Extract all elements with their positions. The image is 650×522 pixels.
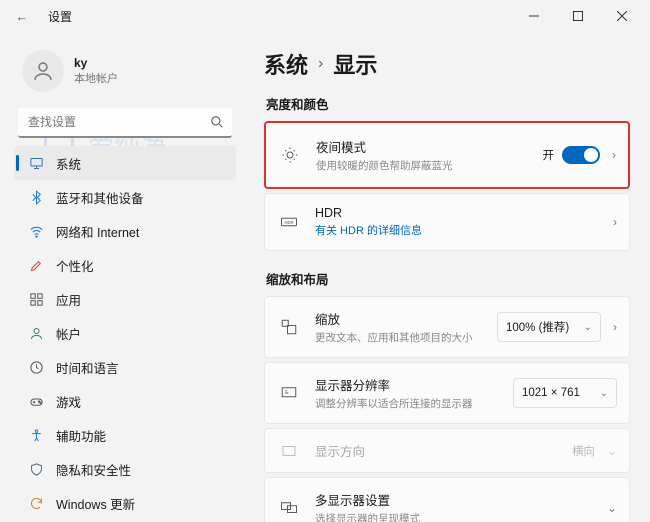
hdr-link[interactable]: 有关 HDR 的详细信息 bbox=[315, 222, 595, 238]
nav-label: 系统 bbox=[56, 154, 81, 173]
nav-accounts[interactable]: 帐户 bbox=[14, 316, 236, 350]
apps-icon bbox=[28, 291, 44, 307]
multi-display-sub: 选择显示器的呈现模式 bbox=[315, 511, 589, 522]
search-icon bbox=[210, 115, 224, 132]
nav-label: 隐私和安全性 bbox=[56, 460, 131, 479]
breadcrumb: 系统 › 显示 bbox=[264, 48, 630, 80]
nav-accessibility[interactable]: 辅助功能 bbox=[14, 418, 236, 452]
user-block[interactable]: ky 本地帐户 bbox=[14, 40, 236, 108]
night-light-title: 夜间模式 bbox=[316, 137, 529, 156]
nav-time-language[interactable]: 时间和语言 bbox=[14, 350, 236, 384]
chevron-right-icon: › bbox=[318, 55, 323, 73]
user-sub: 本地帐户 bbox=[74, 70, 118, 86]
nav-label: 帐户 bbox=[56, 324, 81, 343]
section-scale-layout: 缩放和布局 bbox=[266, 269, 630, 288]
nav-windows-update[interactable]: Windows 更新 bbox=[14, 486, 236, 520]
gaming-icon bbox=[28, 393, 44, 409]
svg-text:HDR: HDR bbox=[285, 220, 294, 225]
multi-display-title: 多显示器设置 bbox=[315, 490, 589, 509]
chevron-down-icon[interactable]: ⌄ bbox=[607, 501, 617, 515]
nav-personalization[interactable]: 个性化 bbox=[14, 248, 236, 282]
avatar bbox=[22, 50, 64, 92]
section-brightness-color: 亮度和颜色 bbox=[266, 94, 630, 113]
orientation-card: 显示方向 横向 ⌄ bbox=[264, 428, 630, 473]
crumb-system[interactable]: 系统 bbox=[264, 48, 308, 80]
scale-sub: 更改文本、应用和其他项目的大小 bbox=[315, 330, 483, 345]
user-name: ky bbox=[74, 56, 118, 70]
chevron-down-icon: ⌄ bbox=[607, 444, 617, 458]
nav-system[interactable]: 系统 bbox=[14, 146, 236, 180]
nav-label: 蓝牙和其他设备 bbox=[56, 188, 144, 207]
nav-label: 应用 bbox=[56, 290, 81, 309]
resolution-sub: 调整分辨率以适合所连接的显示器 bbox=[315, 396, 499, 411]
scale-icon bbox=[277, 318, 301, 336]
toggle-state-label: 开 bbox=[543, 147, 555, 163]
nav-privacy[interactable]: 隐私和安全性 bbox=[14, 452, 236, 486]
nav-label: 网络和 Internet bbox=[56, 222, 139, 241]
nav-gaming[interactable]: 游戏 bbox=[14, 384, 236, 418]
nav-label: 辅助功能 bbox=[56, 426, 106, 445]
orientation-value: 横向 bbox=[572, 443, 595, 459]
chevron-right-icon[interactable]: › bbox=[612, 148, 616, 162]
search-box[interactable] bbox=[18, 108, 232, 138]
wifi-icon bbox=[28, 223, 44, 239]
chevron-down-icon: ⌄ bbox=[584, 322, 592, 333]
minimize-button[interactable] bbox=[512, 1, 556, 31]
multi-display-card[interactable]: 多显示器设置 选择显示器的呈现模式 ⌄ bbox=[264, 477, 630, 522]
system-icon bbox=[28, 155, 44, 171]
night-light-card[interactable]: 夜间模式 使用较暖的颜色帮助屏蔽蓝光 开 › bbox=[264, 121, 630, 189]
hdr-title: HDR bbox=[315, 206, 595, 220]
back-button[interactable]: ← bbox=[14, 9, 30, 24]
clock-icon bbox=[28, 359, 44, 375]
resolution-card[interactable]: 显示器分辨率 调整分辨率以适合所连接的显示器 1021 × 761⌄ bbox=[264, 362, 630, 424]
chevron-right-icon[interactable]: › bbox=[613, 215, 617, 229]
nav-network[interactable]: 网络和 Internet bbox=[14, 214, 236, 248]
shield-icon bbox=[28, 461, 44, 477]
scale-title: 缩放 bbox=[315, 309, 483, 328]
multi-display-icon bbox=[277, 499, 301, 517]
maximize-button[interactable] bbox=[556, 1, 600, 31]
scale-select[interactable]: 100% (推荐)⌄ bbox=[497, 312, 601, 342]
night-light-icon bbox=[278, 146, 302, 164]
orientation-title: 显示方向 bbox=[315, 441, 558, 460]
nav-label: 个性化 bbox=[56, 256, 94, 275]
search-input[interactable] bbox=[18, 108, 232, 138]
scale-card[interactable]: 缩放 更改文本、应用和其他项目的大小 100% (推荐)⌄ › bbox=[264, 296, 630, 358]
resolution-icon bbox=[277, 384, 301, 402]
night-light-sub: 使用较暖的颜色帮助屏蔽蓝光 bbox=[316, 158, 529, 173]
nav-label: 游戏 bbox=[56, 392, 81, 411]
nav-label: Windows 更新 bbox=[56, 494, 135, 513]
nav-label: 时间和语言 bbox=[56, 358, 119, 377]
accessibility-icon bbox=[28, 427, 44, 443]
chevron-down-icon: ⌄ bbox=[600, 388, 608, 399]
resolution-title: 显示器分辨率 bbox=[315, 375, 499, 394]
night-light-toggle[interactable] bbox=[562, 146, 600, 164]
hdr-icon: HDR bbox=[277, 213, 301, 231]
hdr-card[interactable]: HDR HDR 有关 HDR 的详细信息 › bbox=[264, 193, 630, 251]
close-button[interactable] bbox=[600, 1, 644, 31]
account-icon bbox=[28, 325, 44, 341]
nav-bluetooth[interactable]: 蓝牙和其他设备 bbox=[14, 180, 236, 214]
window-title: 设置 bbox=[48, 8, 72, 25]
orientation-icon bbox=[277, 442, 301, 460]
update-icon bbox=[28, 495, 44, 511]
nav-apps[interactable]: 应用 bbox=[14, 282, 236, 316]
resolution-select[interactable]: 1021 × 761⌄ bbox=[513, 378, 617, 408]
chevron-right-icon[interactable]: › bbox=[613, 320, 617, 334]
crumb-display: 显示 bbox=[333, 48, 377, 80]
bluetooth-icon bbox=[28, 189, 44, 205]
brush-icon bbox=[28, 257, 44, 273]
